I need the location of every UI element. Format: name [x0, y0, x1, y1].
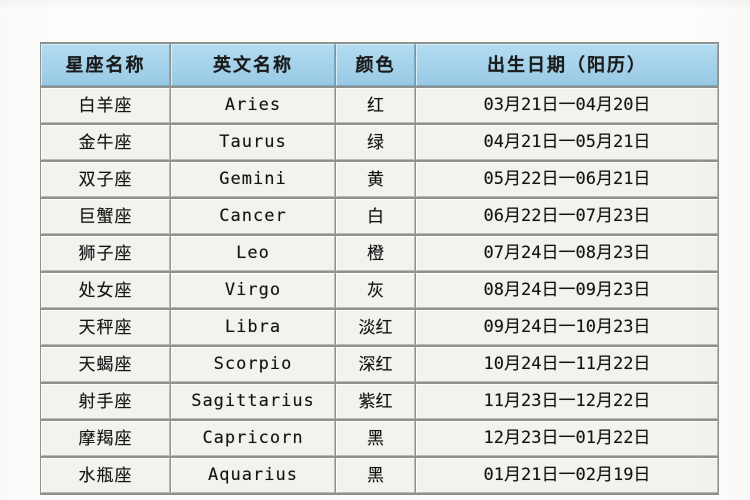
table-row: 金牛座 Taurus 绿 04月21日一05月21日 [41, 125, 718, 160]
english-name-cell: Libra [171, 310, 335, 345]
birthdate-cell: 01月21日一02月19日 [416, 458, 718, 493]
table-header-row: 星座名称 英文名称 颜色 出生日期（阳历） [41, 44, 718, 86]
color-cell: 灰 [336, 273, 415, 308]
color-cell: 黑 [336, 458, 415, 493]
zodiac-name-cell: 天蝎座 [41, 347, 170, 382]
table-row: 巨蟹座 Cancer 白 06月22日一07月23日 [41, 199, 718, 234]
english-name-cell: Cancer [171, 199, 335, 234]
color-cell: 橙 [336, 236, 415, 271]
zodiac-name-cell: 巨蟹座 [41, 199, 170, 234]
color-cell: 黄 [336, 162, 415, 197]
table-row: 水瓶座 Aquarius 黑 01月21日一02月19日 [41, 458, 718, 493]
zodiac-table-container: 星座名称 英文名称 颜色 出生日期（阳历） 白羊座 Aries 红 03月21日一04… [40, 42, 719, 495]
zodiac-name-cell: 水瓶座 [41, 458, 170, 493]
table-row: 射手座 Sagittarius 紫红 11月23日一12月22日 [41, 384, 718, 419]
birthdate-cell: 12月23日一01月22日 [416, 421, 718, 456]
table-row: 处女座 Virgo 灰 08月24日一09月23日 [41, 273, 718, 308]
column-header-color: 颜色 [336, 44, 415, 86]
birthdate-cell: 10月24日一11月22日 [416, 347, 718, 382]
birthdate-cell: 03月21日一04月20日 [416, 88, 718, 123]
english-name-cell: Gemini [171, 162, 335, 197]
zodiac-name-cell: 天秤座 [41, 310, 170, 345]
color-cell: 淡红 [336, 310, 415, 345]
zodiac-table-body: 白羊座 Aries 红 03月21日一04月20日 金牛座 Taurus 绿 04月21日一0… [41, 88, 718, 493]
color-cell: 绿 [336, 125, 415, 160]
zodiac-name-cell: 处女座 [41, 273, 170, 308]
zodiac-name-cell: 金牛座 [41, 125, 170, 160]
english-name-cell: Leo [171, 236, 335, 271]
cut-off-text-sliver: ····· ·· ···· [0, 0, 750, 12]
table-row: 天蝎座 Scorpio 深红 10月24日一11月22日 [41, 347, 718, 382]
birthdate-cell: 04月21日一05月21日 [416, 125, 718, 160]
color-cell: 红 [336, 88, 415, 123]
birthdate-cell: 08月24日一09月23日 [416, 273, 718, 308]
zodiac-name-cell: 摩羯座 [41, 421, 170, 456]
cut-off-text: ····· ·· ···· [300, 0, 420, 6]
birthdate-cell: 05月22日一06月21日 [416, 162, 718, 197]
column-header-name: 星座名称 [41, 44, 170, 86]
column-header-english: 英文名称 [171, 44, 335, 86]
table-row: 天秤座 Libra 淡红 09月24日一10月23日 [41, 310, 718, 345]
table-row: 摩羯座 Capricorn 黑 12月23日一01月22日 [41, 421, 718, 456]
zodiac-table: 星座名称 英文名称 颜色 出生日期（阳历） 白羊座 Aries 红 03月21日一04… [40, 42, 719, 495]
english-name-cell: Taurus [171, 125, 335, 160]
zodiac-name-cell: 狮子座 [41, 236, 170, 271]
english-name-cell: Sagittarius [171, 384, 335, 419]
table-row: 双子座 Gemini 黄 05月22日一06月21日 [41, 162, 718, 197]
color-cell: 深红 [336, 347, 415, 382]
birthdate-cell: 07月24日一08月23日 [416, 236, 718, 271]
zodiac-name-cell: 射手座 [41, 384, 170, 419]
table-row: 狮子座 Leo 橙 07月24日一08月23日 [41, 236, 718, 271]
english-name-cell: Aquarius [171, 458, 335, 493]
english-name-cell: Scorpio [171, 347, 335, 382]
zodiac-name-cell: 白羊座 [41, 88, 170, 123]
birthdate-cell: 09月24日一10月23日 [416, 310, 718, 345]
color-cell: 黑 [336, 421, 415, 456]
zodiac-name-cell: 双子座 [41, 162, 170, 197]
english-name-cell: Aries [171, 88, 335, 123]
birthdate-cell: 11月23日一12月22日 [416, 384, 718, 419]
birthdate-cell: 06月22日一07月23日 [416, 199, 718, 234]
color-cell: 紫红 [336, 384, 415, 419]
table-row: 白羊座 Aries 红 03月21日一04月20日 [41, 88, 718, 123]
column-header-birthdate: 出生日期（阳历） [416, 44, 718, 86]
english-name-cell: Virgo [171, 273, 335, 308]
english-name-cell: Capricorn [171, 421, 335, 456]
color-cell: 白 [336, 199, 415, 234]
